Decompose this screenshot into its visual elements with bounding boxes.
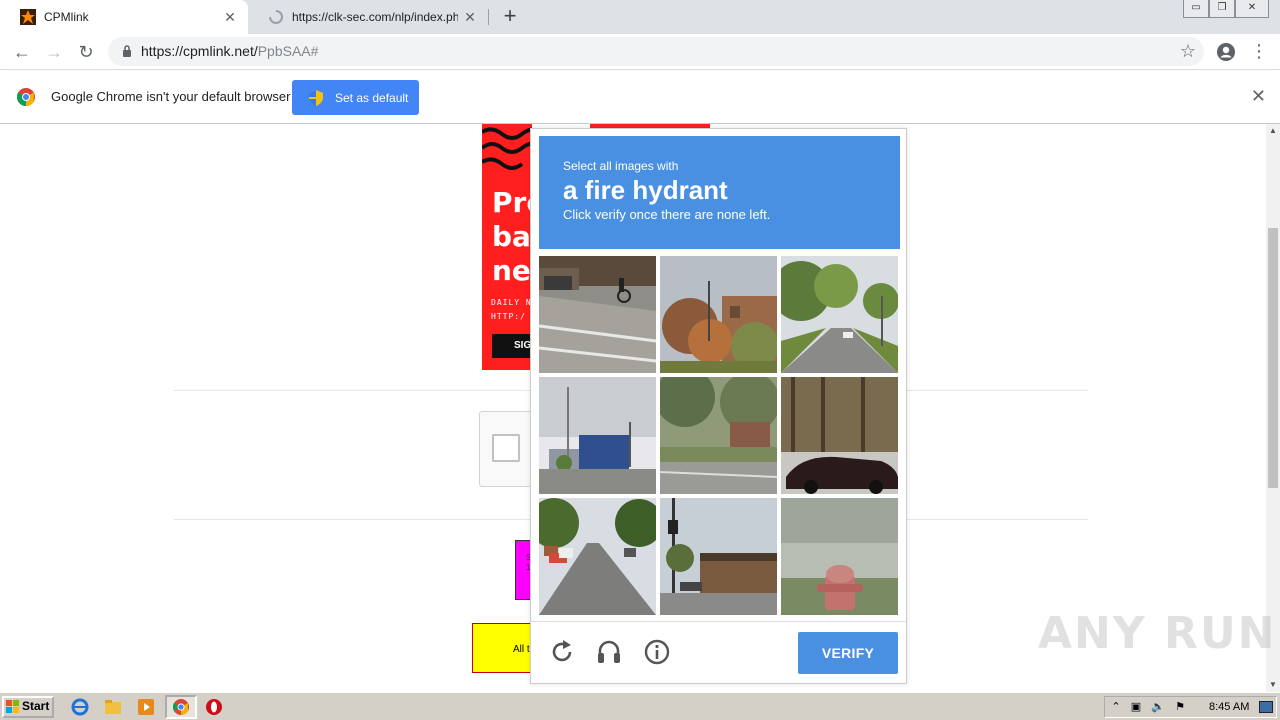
system-tray: ⌃ ▣ 🔈 ⚑ 8:45 AM <box>1104 696 1277 718</box>
captcha-tile-6[interactable] <box>781 377 898 494</box>
captcha-tile-1[interactable] <box>539 256 656 373</box>
captcha-tile-3[interactable] <box>781 256 898 373</box>
ad-squiggle-graphic <box>482 127 532 170</box>
captcha-tile-8[interactable] <box>660 498 777 615</box>
clock[interactable]: 8:45 AM <box>1209 701 1249 713</box>
recaptcha-checkbox[interactable] <box>492 434 520 462</box>
minimize-button[interactable]: ▭ <box>1183 0 1209 18</box>
anyrun-watermark: ANY RUN <box>1038 608 1277 659</box>
volume-icon[interactable]: 🔈 <box>1151 700 1165 714</box>
new-tab-button[interactable]: + <box>498 5 522 29</box>
scroll-up-icon[interactable]: ▲ <box>1266 124 1280 138</box>
show-desktop-icon[interactable] <box>1259 701 1273 713</box>
page-scrollbar[interactable]: ▲ ▼ <box>1266 124 1280 692</box>
captcha-target: a fire hydrant <box>563 175 728 205</box>
tab-cpmlink[interactable]: CPMlink ✕ <box>0 0 248 34</box>
chrome-icon <box>173 699 189 715</box>
action-center-flag-icon[interactable]: ⚑ <box>1173 700 1187 714</box>
captcha-header: Select all images with a fire hydrant Cl… <box>539 136 900 249</box>
forward-button[interactable]: → <box>41 40 67 66</box>
start-button[interactable]: Start <box>2 696 54 718</box>
captcha-tile-9[interactable] <box>781 498 898 615</box>
verify-button[interactable]: VERIFY <box>798 632 898 674</box>
set-as-default-label: Set as default <box>335 90 409 105</box>
ad-headline: Pro ba ne <box>492 186 532 287</box>
profile-icon[interactable] <box>1216 42 1236 62</box>
tab-title: CPMlink <box>44 10 89 24</box>
taskbar-chrome-button[interactable] <box>165 695 197 719</box>
chrome-logo-icon <box>17 88 35 106</box>
tab-title: https://clk-sec.com/nlp/index.php?a <box>292 10 458 24</box>
ad-banner[interactable]: Pro ba ne DAILY N HTTP:/ SIG <box>482 124 532 370</box>
windows-taskbar: Start ⌃ ▣ 🔈 ⚑ 8:45 AM <box>0 692 1280 720</box>
back-button[interactable]: ← <box>9 40 35 66</box>
lock-icon <box>123 45 131 57</box>
captcha-image-grid <box>539 256 900 616</box>
cpmlink-favicon-icon <box>20 9 36 25</box>
tab-close-icon[interactable]: ✕ <box>218 9 242 26</box>
ad-small-text: DAILY N HTTP:/ <box>491 298 532 321</box>
reload-challenge-icon[interactable] <box>548 638 576 666</box>
audio-challenge-icon[interactable] <box>595 638 623 666</box>
info-icon[interactable] <box>643 638 671 666</box>
uac-shield-icon <box>309 89 323 106</box>
infobar-close-icon[interactable]: ✕ <box>1251 86 1266 107</box>
menu-kebab-icon[interactable]: ⋮ <box>1250 41 1268 61</box>
infobar-message: Google Chrome isn't your default browser <box>51 89 291 104</box>
captcha-tile-4[interactable] <box>539 377 656 494</box>
tray-expand-icon[interactable]: ⌃ <box>1109 700 1123 714</box>
scroll-down-icon[interactable]: ▼ <box>1266 678 1280 692</box>
browser-toolbar: ← → ↻ https://cpmlink.net/PpbSAA# ☆ ⋮ <box>0 34 1280 70</box>
loading-spinner-icon <box>269 10 283 24</box>
captcha-tile-2[interactable] <box>660 256 777 373</box>
file-explorer-icon[interactable] <box>104 698 122 716</box>
restore-button[interactable]: ❐ <box>1209 0 1235 18</box>
bookmark-star-icon[interactable]: ☆ <box>1180 41 1196 62</box>
network-icon[interactable]: ▣ <box>1129 700 1143 714</box>
close-window-button[interactable]: ✕ <box>1235 0 1269 18</box>
captcha-sub-instruction: Click verify once there are none left. <box>563 207 771 222</box>
reload-button[interactable]: ↻ <box>73 40 99 66</box>
internet-explorer-icon[interactable] <box>71 698 89 716</box>
tab-clk-sec[interactable]: https://clk-sec.com/nlp/index.php?a ✕ <box>248 0 488 34</box>
ad-signup-button[interactable]: SIG <box>492 334 532 358</box>
tab-separator <box>488 9 489 25</box>
captcha-tile-5[interactable] <box>660 377 777 494</box>
default-browser-infobar: Google Chrome isn't your default browser… <box>0 71 1280 124</box>
address-bar[interactable]: https://cpmlink.net/PpbSAA# ☆ <box>108 37 1204 66</box>
captcha-challenge: Select all images with a fire hydrant Cl… <box>530 128 907 684</box>
captcha-tile-7[interactable] <box>539 498 656 615</box>
captcha-instruction: Select all images with <box>563 159 679 173</box>
set-as-default-button[interactable]: Set as default <box>292 80 419 115</box>
tab-strip: CPMlink ✕ https://clk-sec.com/nlp/index.… <box>0 0 1280 34</box>
captcha-footer-divider <box>531 621 906 622</box>
scroll-thumb[interactable] <box>1268 228 1278 488</box>
yellow-box[interactable]: All t <box>472 623 532 673</box>
opera-icon[interactable] <box>205 698 223 716</box>
url-text[interactable]: https://cpmlink.net/PpbSAA# <box>141 43 318 59</box>
media-player-icon[interactable] <box>137 698 155 716</box>
windows-flag-icon <box>6 700 19 713</box>
tab-close-icon[interactable]: ✕ <box>458 9 482 26</box>
